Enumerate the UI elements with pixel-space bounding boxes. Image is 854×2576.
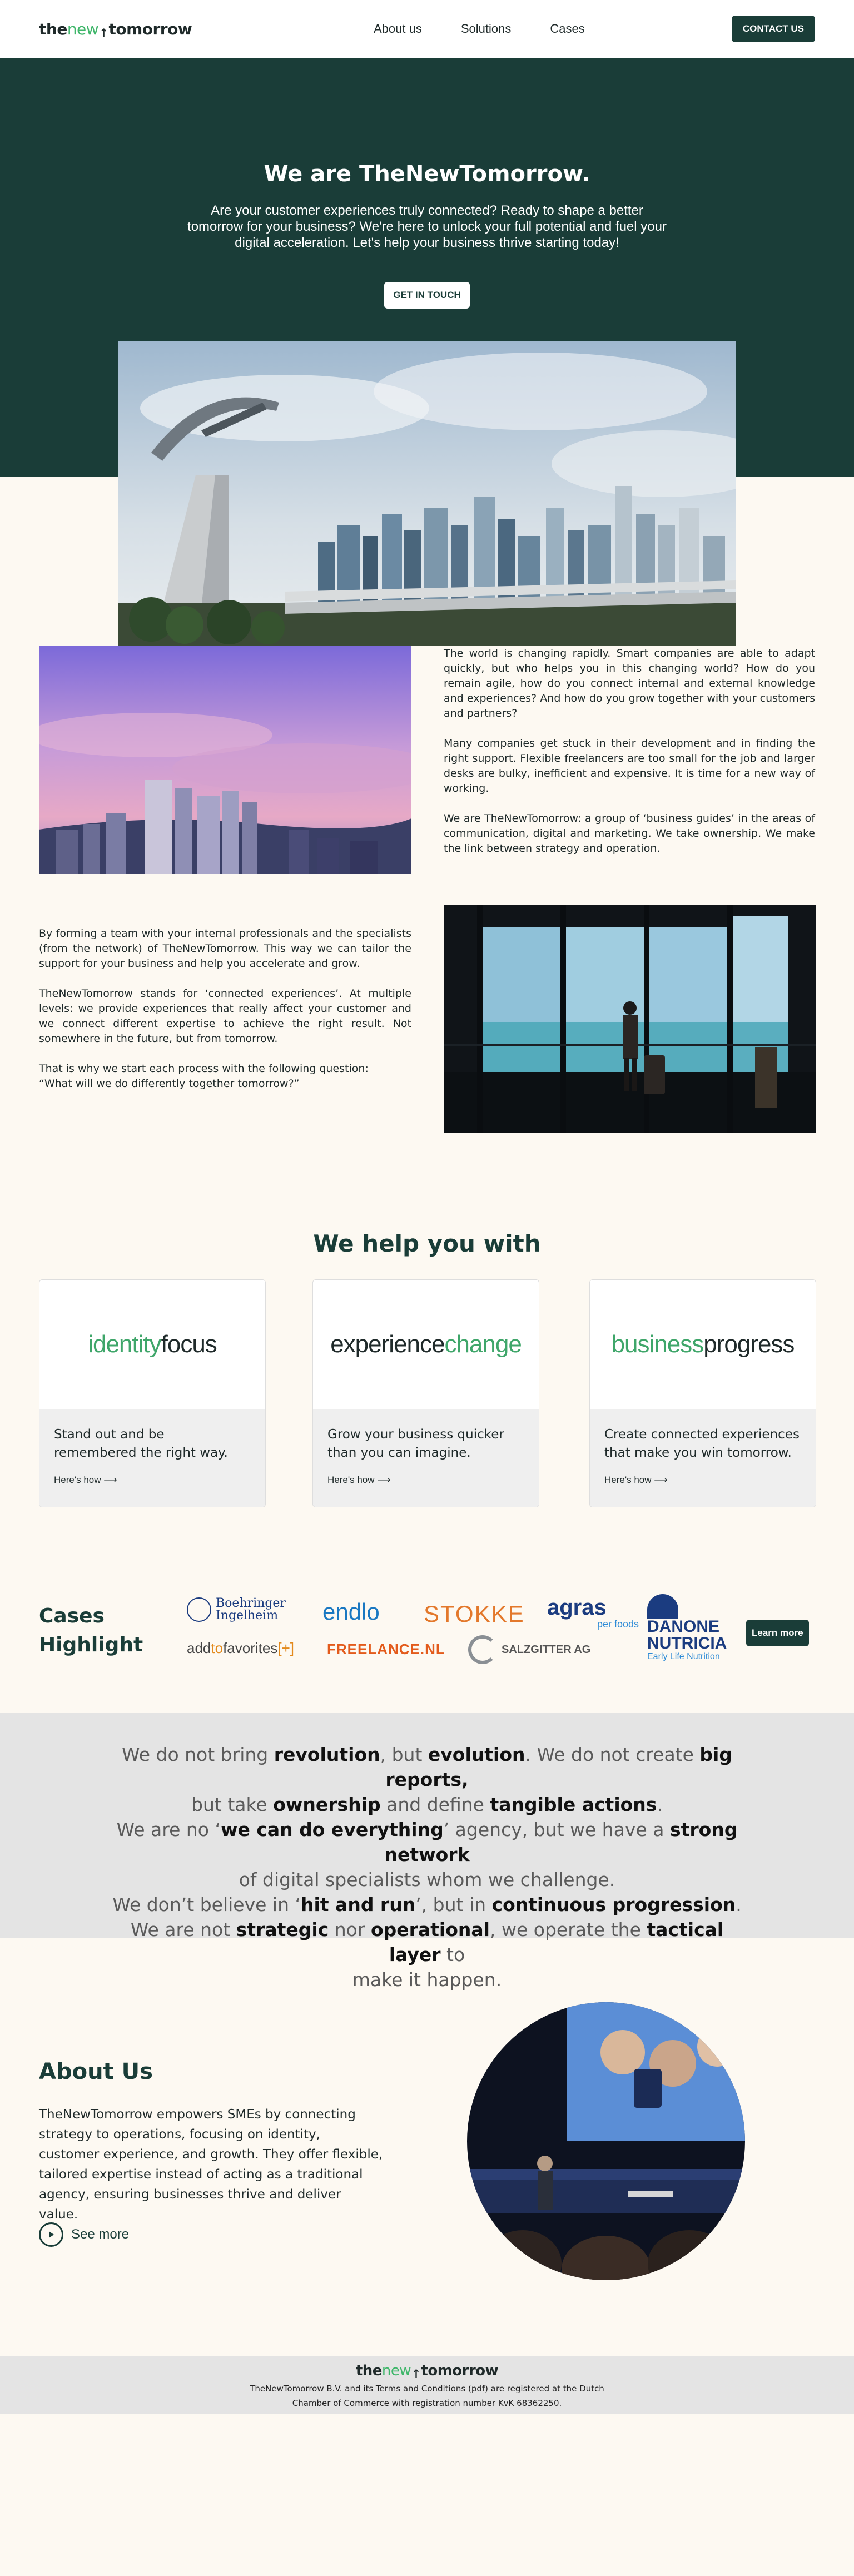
footer-line-2: Chamber of Commerce with registration nu…: [292, 2398, 562, 2408]
addto-part-3: favorites: [223, 1640, 278, 1656]
salzgitter-name: SALZGITTER AG: [502, 1643, 591, 1656]
salzgitter-logo: SALZGITTER AG: [468, 1635, 590, 1664]
cases-title: Cases Highlight: [39, 1602, 143, 1660]
heres-how-link[interactable]: Here's how ⟶: [327, 1475, 524, 1486]
identityfocus-logo: identity focus: [39, 1280, 265, 1409]
card-text: Grow your business quicker than you can …: [327, 1427, 504, 1460]
salzgitter-emblem-icon: [468, 1635, 497, 1664]
danone-nutricia-logo: DANONE NUTRICIA Early Life Nutrition: [647, 1594, 727, 1662]
heres-how-link[interactable]: Here's how ⟶: [604, 1475, 801, 1486]
get-in-touch-button[interactable]: GET IN TOUCH: [384, 282, 470, 309]
team-text: By forming a team with your internal pro…: [39, 926, 411, 1106]
man-observation-deck-image: [444, 905, 816, 1133]
nav-link-solutions[interactable]: Solutions: [461, 22, 512, 36]
card-text: Stand out and be remembered the right wa…: [54, 1427, 228, 1460]
statement-section: We do not bring revolution, but evolutio…: [0, 1713, 854, 1991]
logo-part-focus: focus: [161, 1331, 217, 1358]
logo-part-change: change: [444, 1331, 522, 1358]
danone-tagline: Early Life Nutrition: [647, 1652, 720, 1661]
logo-text-tomorrow: tomorrow: [108, 19, 192, 38]
logo-text-new: new: [381, 2362, 411, 2379]
purple-city-image: [39, 646, 411, 874]
brand-logo[interactable]: the new ↑ tomorrow: [39, 20, 192, 38]
footer: the new ↑ tomorrow TheNewTomorrow B.V. and …: [0, 2356, 854, 2414]
hero-city-skyline-image: [118, 341, 736, 646]
ingelheim-name: Ingelheim: [216, 1609, 279, 1622]
logo-part-experience: experience: [330, 1331, 445, 1358]
cases-title-line-2: Highlight: [39, 1634, 143, 1656]
card-body: Create connected experiences that make y…: [590, 1409, 816, 1507]
about-title: About Us: [39, 2059, 153, 2084]
endlo-logo: endlo: [322, 1599, 380, 1625]
addto-part-2: to: [211, 1640, 224, 1656]
logo-text-new: new: [67, 19, 99, 38]
card-body: Stand out and be remembered the right wa…: [39, 1409, 265, 1507]
danone-name: DANONE: [647, 1617, 720, 1636]
team-question-intro: That is why we start each process with t…: [39, 1063, 369, 1075]
addto-part-4: [+]: [277, 1640, 294, 1656]
businessprogress-logo: business progress: [590, 1280, 816, 1409]
footer-line-1: TheNewTomorrow B.V. and its Terms and Co…: [250, 2384, 604, 2394]
intro-section: The world is changing rapidly. Smart com…: [0, 646, 854, 905]
service-card-identity-focus[interactable]: identity focus Stand out and be remembere…: [39, 1279, 266, 1507]
service-card-experience-change[interactable]: experience change Grow your business quic…: [312, 1279, 539, 1507]
danone-emblem-icon: [647, 1594, 678, 1619]
conference-stage-image: [467, 2002, 745, 2280]
top-navigation: the new ↑ tomorrow About us Solutions Cases…: [0, 0, 854, 58]
boehringer-emblem-icon: [187, 1597, 211, 1622]
about-text: TheNewTomorrow empowers SMEs by connecti…: [39, 2107, 383, 2222]
experiencechange-logo: experience change: [313, 1280, 539, 1409]
card-body: Grow your business quicker than you can …: [313, 1409, 539, 1507]
nav-link-cases[interactable]: Cases: [550, 22, 584, 36]
logo-text-the: the: [355, 2362, 383, 2379]
cases-section: Cases Highlight Boehringer Ingelheim end…: [0, 1513, 854, 1713]
logo-part-progress: progress: [703, 1331, 795, 1358]
nav-link-about-us[interactable]: About us: [374, 22, 422, 36]
help-title: We help you with: [313, 1230, 541, 1257]
agras-logo: agras per foods: [547, 1596, 639, 1630]
intro-paragraph-2: Many companies get stuck in their develo…: [444, 737, 815, 795]
boehringer-ingelheim-logo: Boehringer Ingelheim: [187, 1597, 286, 1622]
logo-part-identity: identity: [88, 1331, 161, 1358]
nutricia-name: NUTRICIA: [647, 1634, 727, 1652]
footer-legal-text: TheNewTomorrow B.V. and its Terms and Co…: [232, 2381, 622, 2410]
freelance-nl-logo: FREELANCE.NL: [327, 1641, 445, 1657]
team-paragraph-1: By forming a team with your internal pro…: [39, 927, 411, 970]
play-icon: [39, 2222, 63, 2247]
team-section: By forming a team with your internal pro…: [0, 905, 854, 1230]
team-paragraph-2: TheNewTomorrow stands for ‘connected exp…: [39, 987, 411, 1045]
logo-text-tomorrow: tomorrow: [421, 2362, 499, 2379]
logo-part-business: business: [611, 1331, 704, 1358]
intro-text: The world is changing rapidly. Smart com…: [444, 646, 815, 871]
see-more-label: See more: [71, 2227, 130, 2242]
service-card-business-progress[interactable]: business progress Create connected experi…: [589, 1279, 816, 1507]
card-text: Create connected experiences that make y…: [604, 1427, 800, 1460]
logo-text-the: the: [39, 19, 67, 38]
arrow-up-icon: ↑: [99, 26, 108, 39]
heres-how-link[interactable]: Here's how ⟶: [54, 1475, 251, 1486]
team-question: “What will we do differently together to…: [39, 1078, 300, 1090]
footer-logo[interactable]: the new ↑ tomorrow: [0, 2362, 854, 2379]
hero-text: Are your customer experiences truly conn…: [187, 203, 667, 250]
contact-us-button[interactable]: CONTACT US: [731, 16, 815, 42]
addto-part-1: add: [187, 1640, 211, 1656]
nav-links: About us Solutions Cases: [374, 22, 624, 36]
help-section: We help you with identity focus Stand out…: [0, 1230, 854, 1513]
hero-title: We are TheNewTomorrow.: [264, 161, 590, 187]
intro-paragraph-1: The world is changing rapidly. Smart com…: [444, 647, 815, 719]
arrow-up-icon: ↑: [411, 2367, 421, 2380]
hero-section: We are TheNewTomorrow. Are your customer…: [0, 58, 854, 646]
intro-paragraph-3: We are TheNewTomorrow: a group of ‘busin…: [444, 812, 815, 855]
agras-tagline: per foods: [597, 1619, 639, 1630]
agras-name: agras: [547, 1595, 607, 1620]
stokke-logo: STOKKE: [424, 1601, 525, 1627]
cases-title-line-1: Cases: [39, 1605, 105, 1627]
service-cards: identity focus Stand out and be remembere…: [0, 1279, 854, 1513]
learn-more-button[interactable]: Learn more: [746, 1620, 809, 1646]
see-more-link[interactable]: See more: [39, 2222, 129, 2247]
about-section: About Us TheNewTomorrow empowers SMEs by…: [0, 1938, 854, 2356]
addtofavorites-logo: addtofavorites[+]: [187, 1640, 294, 1657]
